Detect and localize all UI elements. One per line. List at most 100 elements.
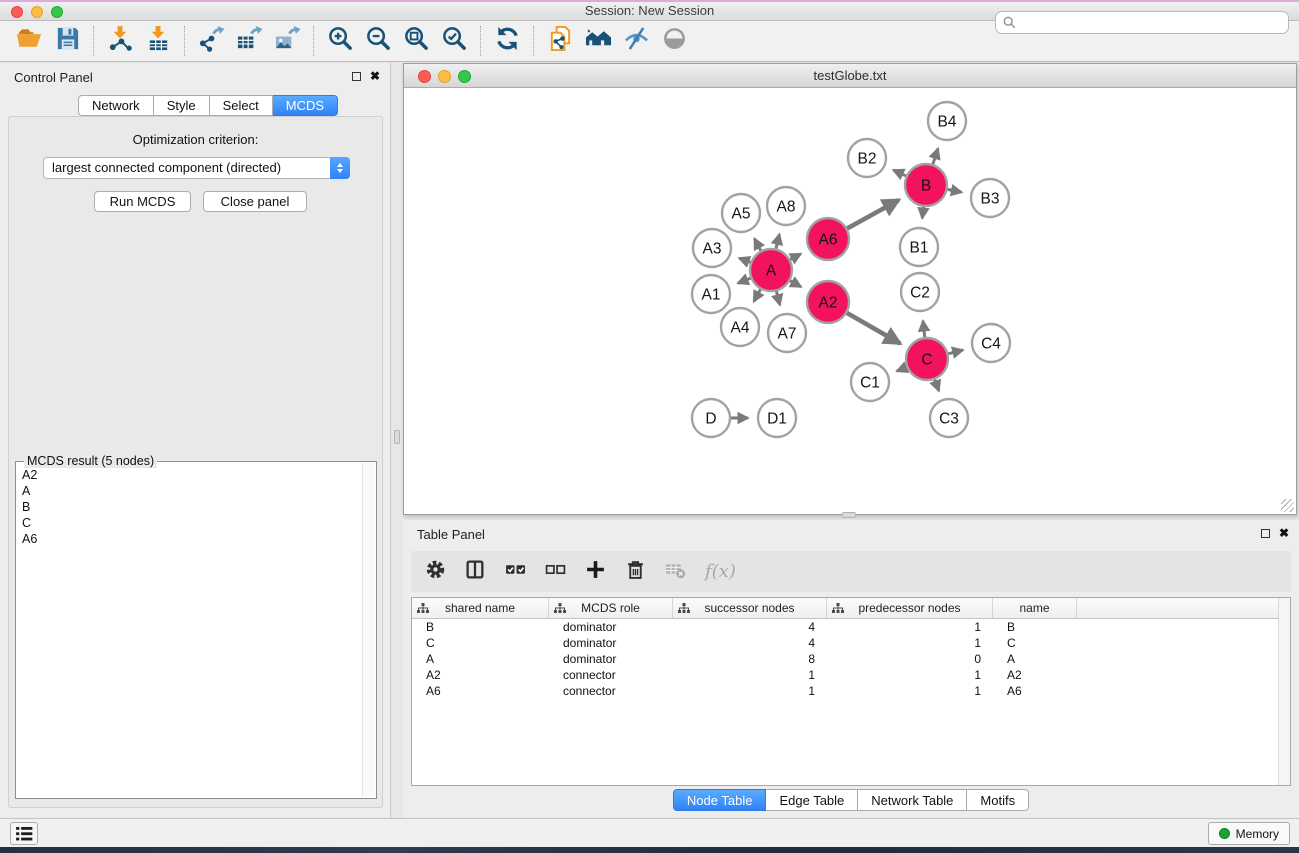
cell-shared-name[interactable]: B	[412, 619, 549, 635]
vertical-split-handle[interactable]	[394, 430, 400, 444]
open-file-button[interactable]	[10, 25, 48, 57]
node-B4[interactable]: B4	[928, 102, 966, 140]
zoom-out-button[interactable]	[359, 25, 397, 57]
delete-columns-button[interactable]	[625, 559, 646, 585]
node-C4[interactable]: C4	[972, 324, 1010, 362]
cell-shared-name[interactable]: C	[412, 635, 549, 651]
close-table-panel-icon[interactable]: ✖	[1279, 528, 1289, 538]
run-mcds-button[interactable]: Run MCDS	[94, 191, 191, 212]
task-history-button[interactable]	[10, 822, 38, 845]
node-C1[interactable]: C1	[851, 363, 889, 401]
edge-C-C4[interactable]	[946, 350, 962, 354]
criterion-dropdown[interactable]: largest connected component (directed)	[43, 157, 350, 179]
show-eye-button[interactable]	[655, 25, 693, 57]
network-window-titlebar[interactable]: testGlobe.txt	[404, 64, 1296, 88]
import-table-button[interactable]	[139, 25, 177, 57]
table-row[interactable]: Adominator80A	[412, 651, 1290, 667]
table-row[interactable]: Cdominator41C	[412, 635, 1290, 651]
network-minimize-button[interactable]	[438, 70, 451, 83]
node-A6[interactable]: A6	[807, 218, 849, 260]
select-all-button[interactable]	[505, 559, 526, 585]
node-C3[interactable]: C3	[930, 399, 968, 437]
tab-network[interactable]: Network	[78, 95, 154, 116]
cell-name[interactable]: C	[993, 635, 1077, 651]
result-item[interactable]: B	[22, 499, 356, 515]
node-D[interactable]: D	[692, 399, 730, 437]
hide-eye-button[interactable]	[617, 25, 655, 57]
export-network-button[interactable]	[192, 25, 230, 57]
cell-MCDS-role[interactable]: dominator	[549, 651, 673, 667]
node-A1[interactable]: A1	[692, 275, 730, 313]
resize-grip-icon[interactable]	[1281, 499, 1294, 512]
cell-successor-nodes[interactable]: 1	[673, 667, 827, 683]
edge-A-A1[interactable]	[738, 277, 753, 283]
close-panel-button[interactable]: Close panel	[203, 191, 307, 212]
edge-A-A4[interactable]	[754, 288, 762, 302]
network-graph[interactable]: B4B2BB3A8A5A6A3B1AA1C2A2A4A7C4CC1C3DD1	[404, 89, 1296, 515]
result-item[interactable]: C	[22, 515, 356, 531]
apply-layout-button[interactable]	[488, 25, 526, 57]
show-columns-button[interactable]	[465, 559, 486, 585]
cell-predecessor-nodes[interactable]: 1	[827, 635, 993, 651]
cell-predecessor-nodes[interactable]: 1	[827, 683, 993, 699]
create-column-button[interactable]	[585, 559, 606, 585]
cell-name[interactable]: A2	[993, 667, 1077, 683]
node-B[interactable]: B	[905, 164, 947, 206]
edge-B-B2[interactable]	[893, 170, 907, 177]
cell-successor-nodes[interactable]: 1	[673, 683, 827, 699]
table-row[interactable]: Bdominator41B	[412, 619, 1290, 635]
result-scrollbar[interactable]	[362, 463, 375, 797]
column-header-successor-nodes[interactable]: successor nodes	[673, 598, 827, 618]
cell-MCDS-role[interactable]: dominator	[549, 635, 673, 651]
float-table-panel-icon[interactable]	[1261, 529, 1270, 538]
tab-mcds[interactable]: MCDS	[273, 95, 338, 116]
node-A7[interactable]: A7	[768, 314, 806, 352]
edge-A2-C[interactable]	[845, 312, 900, 344]
cell-predecessor-nodes[interactable]: 0	[827, 651, 993, 667]
cell-MCDS-role[interactable]: dominator	[549, 619, 673, 635]
zoom-selected-button[interactable]	[435, 25, 473, 57]
network-canvas[interactable]: B4B2BB3A8A5A6A3B1AA1C2A2A4A7C4CC1C3DD1	[404, 89, 1296, 514]
cell-name[interactable]: B	[993, 619, 1077, 635]
close-window-button[interactable]	[11, 6, 23, 18]
result-item[interactable]: A6	[22, 531, 356, 547]
import-network-button[interactable]	[101, 25, 139, 57]
node-A[interactable]: A	[750, 249, 792, 291]
edge-B-B3[interactable]	[946, 189, 962, 192]
mcds-result-list[interactable]: A2ABCA6	[16, 465, 362, 798]
edge-B-B4[interactable]	[932, 149, 938, 166]
tab-style[interactable]: Style	[154, 95, 210, 116]
export-table-button[interactable]	[230, 25, 268, 57]
edge-A6-B[interactable]	[846, 200, 899, 229]
node-B3[interactable]: B3	[971, 179, 1009, 217]
cell-shared-name[interactable]: A	[412, 651, 549, 667]
network-close-button[interactable]	[418, 70, 431, 83]
table-scrollbar[interactable]	[1278, 598, 1290, 785]
cell-predecessor-nodes[interactable]: 1	[827, 619, 993, 635]
cell-MCDS-role[interactable]: connector	[549, 683, 673, 699]
search-input[interactable]	[995, 11, 1289, 34]
node-B2[interactable]: B2	[848, 139, 886, 177]
column-header-shared-name[interactable]: shared name	[412, 598, 549, 618]
cell-MCDS-role[interactable]: connector	[549, 667, 673, 683]
table-row[interactable]: A6connector11A6	[412, 683, 1290, 699]
home-button[interactable]	[579, 25, 617, 57]
horizontal-split-handle[interactable]	[842, 512, 856, 518]
cell-predecessor-nodes[interactable]: 1	[827, 667, 993, 683]
node-A2[interactable]: A2	[807, 281, 849, 323]
node-B1[interactable]: B1	[900, 228, 938, 266]
node-A8[interactable]: A8	[767, 187, 805, 225]
memory-button[interactable]: Memory	[1208, 822, 1290, 845]
cell-name[interactable]: A	[993, 651, 1077, 667]
close-panel-icon[interactable]: ✖	[370, 71, 380, 81]
tab-network-table[interactable]: Network Table	[858, 789, 967, 811]
cell-shared-name[interactable]: A6	[412, 683, 549, 699]
node-A3[interactable]: A3	[693, 229, 731, 267]
network-zoom-button[interactable]	[458, 70, 471, 83]
edge-C-C2[interactable]	[923, 321, 925, 339]
tab-select[interactable]: Select	[210, 95, 273, 116]
tab-motifs[interactable]: Motifs	[967, 789, 1029, 811]
cell-shared-name[interactable]: A2	[412, 667, 549, 683]
edge-A-A8[interactable]	[776, 234, 780, 250]
table-mode-button[interactable]	[425, 559, 446, 585]
